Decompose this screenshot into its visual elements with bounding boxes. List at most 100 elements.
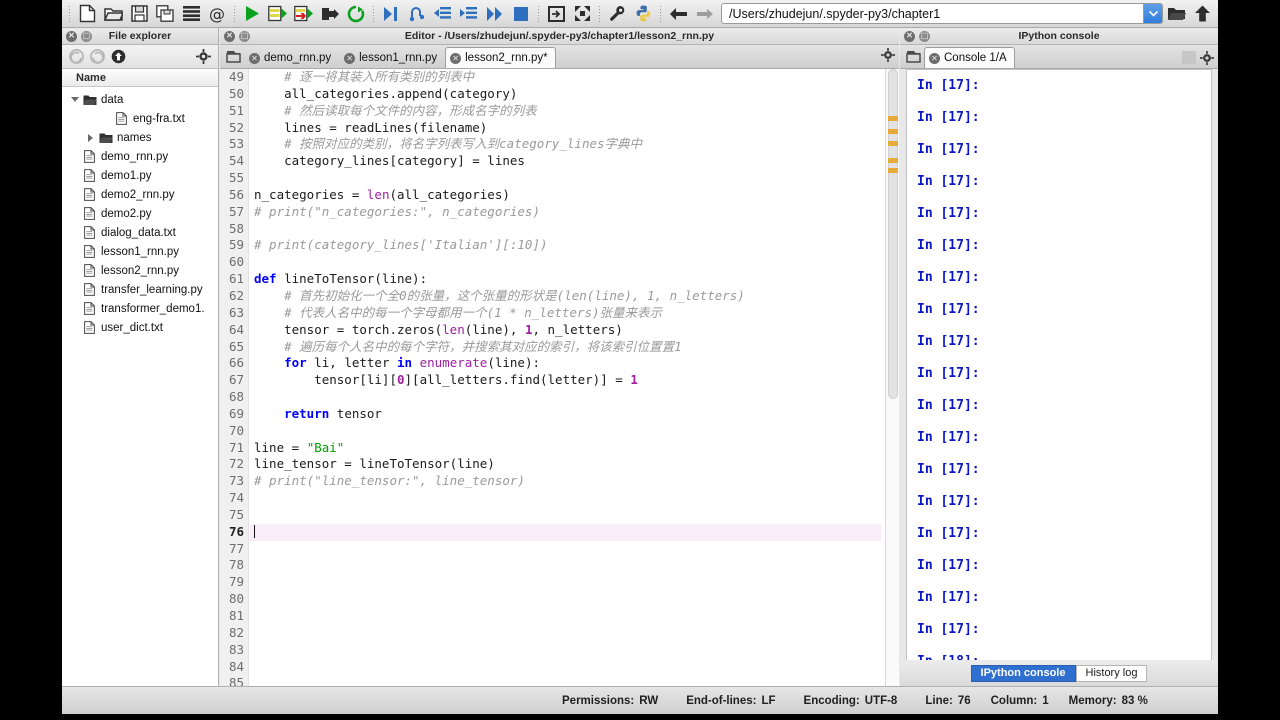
- code-line[interactable]: [250, 170, 899, 187]
- code-line[interactable]: [250, 541, 899, 558]
- code-line[interactable]: [250, 642, 899, 659]
- file-tree-item[interactable]: demo_rnn.py: [62, 147, 218, 166]
- code-line[interactable]: [250, 659, 899, 676]
- code-line[interactable]: [250, 591, 899, 608]
- file-tree-item[interactable]: names: [62, 128, 218, 147]
- back-button[interactable]: [665, 2, 691, 26]
- python-icon-button[interactable]: [630, 2, 656, 26]
- code-line[interactable]: tensor = torch.zeros(len(line), 1, n_let…: [250, 322, 899, 339]
- parent-directory-button[interactable]: [1189, 2, 1215, 26]
- continue-button[interactable]: [482, 2, 508, 26]
- file-tree-item[interactable]: lesson2_rnn.py: [62, 261, 218, 280]
- chevron-down-icon[interactable]: [68, 97, 81, 102]
- code-line[interactable]: # 遍历每个人名中的每个字符，并搜索其对应的索引，将该索引位置置1: [250, 339, 899, 356]
- run-cell-button[interactable]: [265, 2, 291, 26]
- file-tree[interactable]: data eng-fra.txt names demo_rnn.py demo1.py d…: [62, 87, 218, 337]
- console-bottom-tab[interactable]: History log: [1075, 664, 1148, 682]
- console-options-icon[interactable]: [1196, 51, 1218, 68]
- code-line[interactable]: [250, 254, 899, 271]
- save-all-button[interactable]: [152, 2, 178, 26]
- code-line[interactable]: all_categories.append(category): [250, 86, 899, 103]
- editor-scrollbar[interactable]: [885, 69, 899, 686]
- run-file-button[interactable]: [239, 2, 265, 26]
- step-into-button[interactable]: [430, 2, 456, 26]
- chevron-down-icon[interactable]: [1143, 4, 1162, 23]
- file-tree-item[interactable]: transfer_learning.py: [62, 280, 218, 299]
- editor-tab[interactable]: ✕ lesson1_rnn.py: [339, 47, 445, 68]
- browse-consoles-icon[interactable]: [902, 44, 924, 68]
- file-tree-item[interactable]: demo1.py: [62, 166, 218, 185]
- console-stop-button[interactable]: [1182, 51, 1196, 64]
- code-line[interactable]: [250, 221, 899, 238]
- undock-pane-icon[interactable]: ⬚: [81, 30, 92, 42]
- code-line[interactable]: tensor[li][0][all_letters.find(letter)] …: [250, 372, 899, 389]
- file-tree-item[interactable]: eng-fra.txt: [62, 109, 218, 128]
- forward-circle-icon[interactable]: [87, 47, 108, 67]
- debug-file-button[interactable]: [378, 2, 404, 26]
- code-line[interactable]: def lineToTensor(line):: [250, 271, 899, 288]
- code-line[interactable]: # 然后读取每个文件的内容，形成名字的列表: [250, 103, 899, 120]
- file-tree-item[interactable]: dialog_data.txt: [62, 223, 218, 242]
- close-icon[interactable]: ✕: [450, 52, 462, 64]
- code-text[interactable]: # 逐一将其装入所有类别的列表中 all_categories.append(c…: [250, 69, 899, 686]
- file-switcher-button[interactable]: [178, 2, 204, 26]
- run-selection-button[interactable]: [317, 2, 343, 26]
- code-line[interactable]: # 代表人名中的每一个字母都用一个(1 * n_letters)张量来表示: [250, 305, 899, 322]
- browse-tabs-icon[interactable]: [222, 44, 244, 68]
- stop-debug-button[interactable]: [508, 2, 534, 26]
- new-file-button[interactable]: [74, 2, 100, 26]
- chevron-right-icon[interactable]: [84, 133, 97, 142]
- close-icon[interactable]: ✕: [929, 52, 940, 64]
- console-tab[interactable]: ✕ Console 1/A: [924, 47, 1015, 68]
- close-icon[interactable]: ✕: [249, 52, 260, 64]
- file-tree-item[interactable]: transformer_demo1.: [62, 299, 218, 318]
- close-pane-icon[interactable]: ✕: [224, 30, 235, 42]
- code-line[interactable]: [250, 574, 899, 591]
- save-file-button[interactable]: [126, 2, 152, 26]
- file-tree-item[interactable]: user_dict.txt: [62, 318, 218, 337]
- re-run-button[interactable]: [343, 2, 369, 26]
- file-tree-item[interactable]: data: [62, 90, 218, 109]
- code-line[interactable]: category_lines[category] = lines: [250, 153, 899, 170]
- step-over-button[interactable]: [404, 2, 430, 26]
- editor-options-icon[interactable]: [881, 48, 895, 65]
- code-line[interactable]: # 首先初始化一个全0的张量，这个张量的形状是(len(line), 1, n_…: [250, 288, 899, 305]
- file-tree-item[interactable]: lesson1_rnn.py: [62, 242, 218, 261]
- preferences-button[interactable]: [604, 2, 630, 26]
- code-line[interactable]: [250, 423, 899, 440]
- forward-button[interactable]: [691, 2, 717, 26]
- step-return-button[interactable]: [456, 2, 482, 26]
- console-bottom-tab[interactable]: IPython console: [970, 664, 1076, 682]
- undock-pane-icon[interactable]: ⬚: [239, 30, 250, 42]
- working-directory-value[interactable]: /Users/zhudejun/.spyder-py3/chapter1: [722, 7, 1143, 21]
- code-line[interactable]: [250, 557, 899, 574]
- code-line[interactable]: [250, 675, 899, 686]
- close-pane-icon[interactable]: ✕: [66, 30, 77, 42]
- maximize-pane-button[interactable]: [543, 2, 569, 26]
- code-line[interactable]: [250, 490, 899, 507]
- code-line[interactable]: # print("line_tensor:", line_tensor): [250, 473, 899, 490]
- code-line[interactable]: n_categories = len(all_categories): [250, 187, 899, 204]
- close-pane-icon[interactable]: ✕: [904, 30, 915, 42]
- editor-tab[interactable]: ✕ demo_rnn.py: [244, 47, 339, 68]
- code-line[interactable]: line_tensor = lineToTensor(line): [250, 456, 899, 473]
- code-line[interactable]: return tensor: [250, 406, 899, 423]
- working-directory-combobox[interactable]: /Users/zhudejun/.spyder-py3/chapter1: [721, 3, 1163, 24]
- open-file-button[interactable]: [100, 2, 126, 26]
- gear-icon[interactable]: [193, 47, 214, 67]
- code-line[interactable]: lines = readLines(filename): [250, 120, 899, 137]
- code-line[interactable]: # 逐一将其装入所有类别的列表中: [250, 69, 899, 86]
- code-line[interactable]: for li, letter in enumerate(line):: [250, 355, 899, 372]
- code-line[interactable]: # print(category_lines['Italian'][:10]): [250, 237, 899, 254]
- code-line[interactable]: [250, 389, 899, 406]
- code-line[interactable]: [250, 523, 881, 541]
- code-line[interactable]: [250, 625, 899, 642]
- fullscreen-button[interactable]: [569, 2, 595, 26]
- close-icon[interactable]: ✕: [344, 52, 356, 64]
- undock-pane-icon[interactable]: ⬚: [919, 30, 930, 42]
- code-line[interactable]: [250, 507, 899, 524]
- code-editor[interactable]: 49 50 51 52 53 54 55 56 57 58 59 60 61 62 63 64 65 66 67 68…: [220, 69, 899, 686]
- back-circle-icon[interactable]: [66, 47, 87, 67]
- file-tree-item[interactable]: demo2_rnn.py: [62, 185, 218, 204]
- up-circle-icon[interactable]: [108, 47, 129, 67]
